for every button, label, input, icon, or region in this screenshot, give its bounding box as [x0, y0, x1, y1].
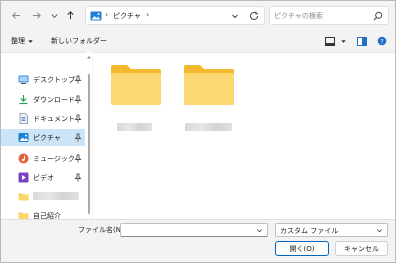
search-input[interactable] [274, 9, 370, 22]
chevron-down-icon [50, 13, 58, 18]
sidebar-item-label: ダウンロード [33, 96, 75, 104]
sidebar-item-label-redacted [33, 192, 79, 202]
filename-combobox[interactable] [120, 223, 268, 237]
folder-icon [111, 65, 161, 105]
sidebar-item-music[interactable]: ミュージック [1, 150, 85, 167]
view-dropdown-button[interactable] [339, 35, 347, 47]
sidebar-item-label: デスクトップ [33, 76, 75, 84]
sidebar-item-label: ドキュメント [33, 115, 75, 123]
sidebar-item-label: ミュージック [33, 155, 75, 163]
new-folder-button[interactable]: 新しいフォルダー [51, 36, 107, 46]
up-button[interactable] [61, 6, 79, 24]
search-box[interactable] [269, 6, 389, 25]
pictures-icon [18, 133, 29, 142]
pin-icon [74, 75, 82, 84]
forward-arrow-icon [32, 11, 41, 19]
pin-icon [74, 95, 82, 104]
address-history-dropdown-icon[interactable] [230, 11, 240, 21]
refresh-icon[interactable] [248, 10, 260, 22]
back-button[interactable] [7, 6, 25, 24]
sidebar-item-documents[interactable]: ドキュメント [1, 110, 85, 127]
sidebar-item-pictures[interactable]: ピクチャ [1, 129, 85, 146]
cancel-button[interactable]: キャンセル [335, 241, 388, 256]
download-icon [19, 95, 28, 105]
folder-name-redacted [117, 123, 152, 131]
sidebar-item-downloads[interactable]: ダウンロード [1, 91, 85, 108]
scroll-up-arrow-icon[interactable] [86, 54, 92, 60]
back-arrow-icon [11, 11, 20, 19]
chevron-down-icon[interactable] [256, 227, 263, 234]
command-bar: 整理 新しいフォルダー ? [1, 31, 395, 52]
folder-name-redacted [185, 123, 232, 131]
file-list [93, 52, 395, 219]
view-layout-icon [325, 36, 335, 46]
organize-menu-button[interactable]: 整理 [11, 36, 34, 46]
open-button[interactable]: 開く(O) [275, 241, 329, 256]
preview-pane-icon [357, 36, 367, 46]
folder-item[interactable] [104, 61, 164, 131]
pin-icon [74, 154, 82, 163]
address-bar-row: › ピクチャ › [1, 1, 395, 31]
file-type-value: カスタム ファイル [280, 227, 339, 235]
breadcrumb-separator[interactable]: › [146, 10, 149, 19]
sidebar-item-videos[interactable]: ビデオ [1, 169, 85, 186]
folder-icon [184, 65, 234, 105]
dialog-footer: ファイル名(N): カスタム ファイル 開く(O) キャンセル [1, 219, 395, 262]
caret-down-icon [28, 39, 33, 43]
folder-icon [18, 193, 29, 201]
pin-icon [74, 173, 82, 182]
music-icon [18, 153, 29, 164]
svg-text:?: ? [380, 38, 383, 46]
folder-item[interactable] [177, 61, 237, 131]
navigation-pane: デスクトップ ダウンロード ドキュメント ピクチャ ミュージック ビデオ 自己紹… [1, 52, 88, 220]
pictures-icon [90, 11, 102, 21]
filename-input[interactable] [124, 225, 250, 236]
caret-down-icon [340, 39, 346, 43]
view-options-button[interactable] [324, 35, 336, 47]
preview-pane-button[interactable] [356, 35, 368, 47]
new-folder-label: 新しいフォルダー [51, 37, 107, 45]
filename-label: ファイル名(N): [78, 226, 127, 234]
organize-label: 整理 [11, 37, 25, 45]
sidebar-item-desktop[interactable]: デスクトップ [1, 71, 85, 88]
breadcrumb-separator: › [105, 10, 109, 19]
file-open-dialog: › ピクチャ › 整理 新しいフォルダー ? [0, 0, 396, 263]
sidebar-item-redacted-folder[interactable] [1, 188, 85, 205]
search-icon [373, 11, 383, 21]
document-icon [19, 113, 28, 124]
scrollbar-thumb[interactable] [88, 74, 90, 214]
pin-icon [74, 114, 82, 123]
sidebar-item-label: ピクチャ [33, 134, 61, 142]
desktop-icon [18, 75, 29, 84]
forward-button[interactable] [27, 6, 45, 24]
file-type-select[interactable]: カスタム ファイル [275, 223, 388, 237]
sidebar-item-label: ビデオ [33, 174, 54, 182]
video-icon [18, 172, 29, 183]
pin-icon [74, 133, 82, 142]
address-box[interactable]: › ピクチャ › [85, 6, 265, 25]
breadcrumb-pictures[interactable]: ピクチャ [113, 11, 141, 21]
up-arrow-icon [66, 10, 74, 19]
chevron-down-icon [377, 229, 382, 233]
help-icon: ? [377, 36, 387, 46]
help-button[interactable]: ? [376, 35, 388, 47]
navigation-scrollbar[interactable] [86, 52, 92, 219]
